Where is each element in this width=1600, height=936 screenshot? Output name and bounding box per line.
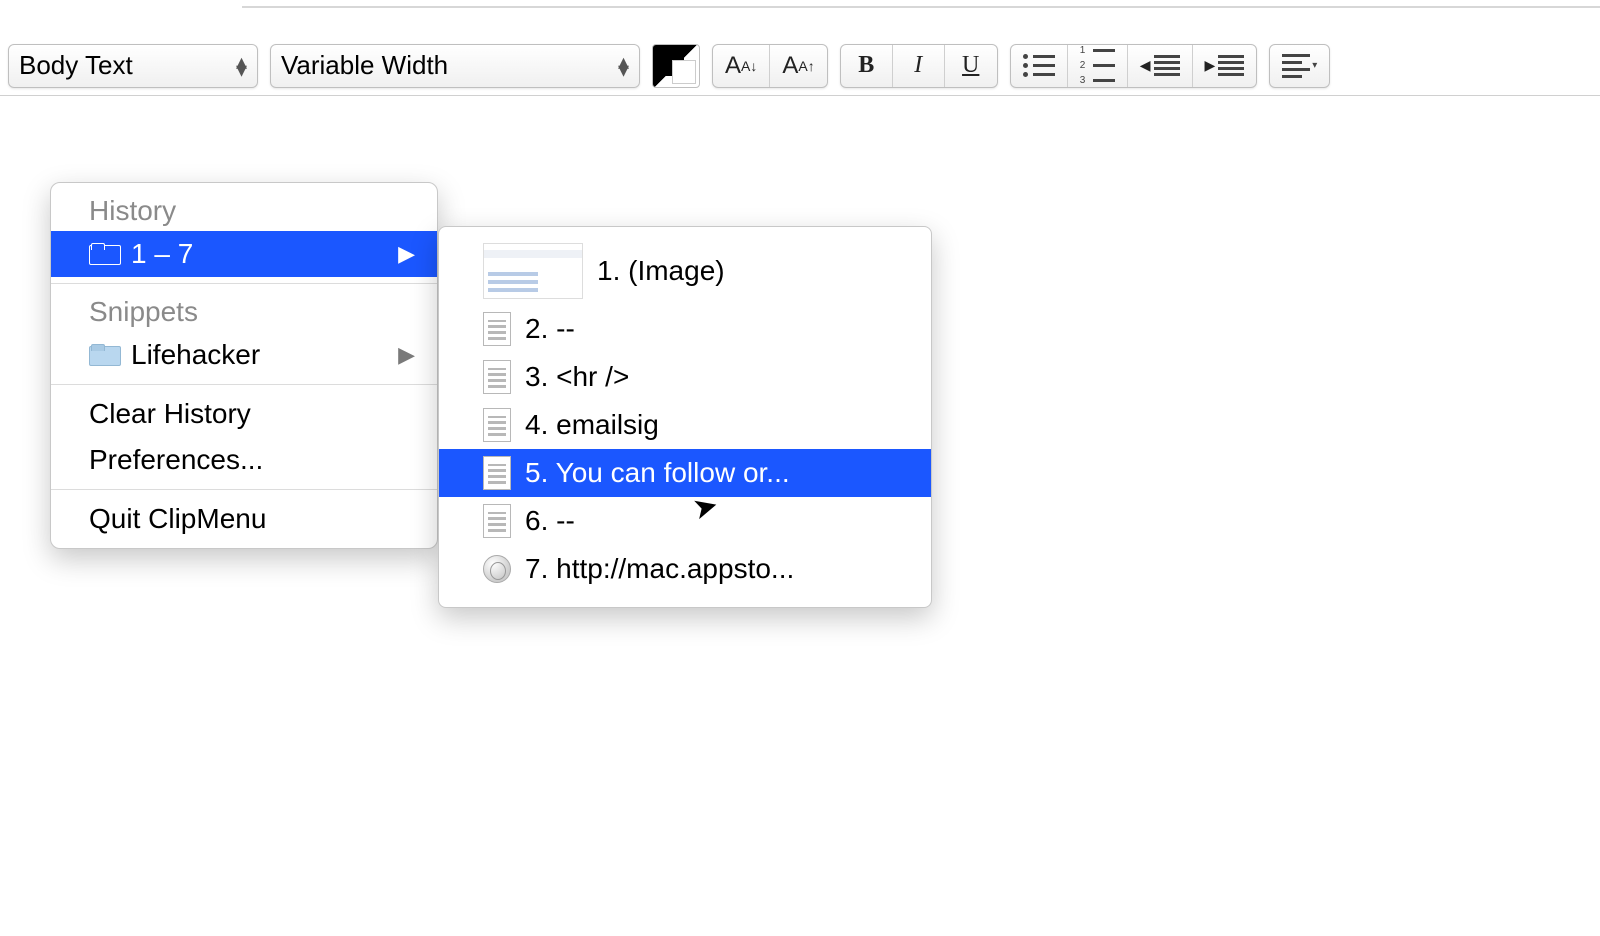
- history-entry-label: 4. emailsig: [525, 409, 659, 441]
- text-style-group: B I U: [840, 44, 998, 88]
- decrease-font-button[interactable]: AA↓: [713, 45, 770, 87]
- history-entry[interactable]: 5. You can follow or...: [439, 449, 931, 497]
- history-entry[interactable]: 6. --: [439, 497, 931, 545]
- font-size-group: AA↓ AA↑: [712, 44, 828, 88]
- clipmenu-history-submenu: 1. (Image) 2. -- 3. <hr /> 4. emailsig 5. Yo…: [438, 226, 932, 608]
- history-entry[interactable]: 4. emailsig: [439, 401, 931, 449]
- indent-button[interactable]: ▶: [1193, 45, 1257, 87]
- history-range-label: 1 – 7: [131, 238, 193, 270]
- document-icon: [483, 312, 511, 346]
- snippets-folder-label: Lifehacker: [131, 339, 260, 371]
- indent-icon: ▶: [1205, 55, 1245, 76]
- font-family-label: Variable Width: [281, 50, 448, 81]
- clear-history-item[interactable]: Clear History: [51, 391, 437, 437]
- chevron-updown-icon: ▴▾: [236, 58, 247, 74]
- chevron-right-icon: ▶: [398, 241, 415, 267]
- bold-button[interactable]: B: [841, 45, 893, 87]
- history-entry-label: 6. --: [525, 505, 575, 537]
- history-entry[interactable]: 3. <hr />: [439, 353, 931, 401]
- italic-button[interactable]: I: [893, 45, 945, 87]
- numbered-list-icon: 1 2 3: [1080, 45, 1115, 86]
- outdent-icon: ◀: [1140, 55, 1180, 76]
- formatting-toolbar: Body Text ▴▾ Variable Width ▴▾ AA↓ AA↑ B…: [0, 36, 1600, 96]
- quit-item[interactable]: Quit ClipMenu: [51, 496, 437, 542]
- bold-label: B: [858, 52, 874, 79]
- folder-icon: [89, 243, 119, 265]
- document-icon: [483, 504, 511, 538]
- menu-separator: [51, 489, 437, 490]
- document-icon: [483, 456, 511, 490]
- bulleted-list-button[interactable]: [1011, 45, 1068, 87]
- history-range-item[interactable]: 1 – 7 ▶: [51, 231, 437, 277]
- paragraph-style-label: Body Text: [19, 50, 133, 81]
- menu-separator: [51, 384, 437, 385]
- increase-font-button[interactable]: AA↑: [770, 45, 826, 87]
- history-entry-label: 1. (Image): [597, 255, 725, 287]
- list-group: 1 2 3 ◀ ▶: [1010, 44, 1258, 88]
- italic-label: I: [914, 52, 922, 79]
- top-divider: [242, 0, 1600, 8]
- underline-label: U: [962, 52, 979, 79]
- alignment-group: ▾: [1269, 44, 1330, 88]
- preferences-item[interactable]: Preferences...: [51, 437, 437, 483]
- history-entry-label: 7. http://mac.appsto...: [525, 553, 794, 585]
- bulleted-list-icon: [1023, 54, 1055, 77]
- increase-font-label: A: [782, 52, 798, 80]
- history-entry-label: 3. <hr />: [525, 361, 629, 393]
- document-icon: [483, 408, 511, 442]
- history-header: History: [51, 189, 437, 231]
- clear-history-label: Clear History: [89, 398, 251, 430]
- numbered-list-button[interactable]: 1 2 3: [1068, 45, 1128, 87]
- clipmenu-main-menu: History 1 – 7 ▶ Snippets Lifehacker ▶ Cl…: [50, 182, 438, 549]
- chevron-updown-icon: ▴▾: [618, 58, 629, 74]
- history-entry-label: 2. --: [525, 313, 575, 345]
- align-left-icon: [1282, 54, 1310, 78]
- snippets-folder-item[interactable]: Lifehacker ▶: [51, 332, 437, 378]
- history-entry[interactable]: 7. http://mac.appsto...: [439, 545, 931, 593]
- history-entry[interactable]: 1. (Image): [439, 237, 931, 305]
- history-entry[interactable]: 2. --: [439, 305, 931, 353]
- chevron-right-icon: ▶: [398, 342, 415, 368]
- preferences-label: Preferences...: [89, 444, 263, 476]
- underline-button[interactable]: U: [945, 45, 997, 87]
- document-icon: [483, 360, 511, 394]
- image-thumbnail-icon: [483, 243, 583, 299]
- paragraph-style-dropdown[interactable]: Body Text ▴▾: [8, 44, 258, 88]
- font-family-dropdown[interactable]: Variable Width ▴▾: [270, 44, 640, 88]
- menu-separator: [51, 283, 437, 284]
- folder-icon: [89, 344, 119, 366]
- snippets-header: Snippets: [51, 290, 437, 332]
- quit-label: Quit ClipMenu: [89, 503, 266, 535]
- chevron-down-icon: ▾: [1312, 60, 1317, 71]
- decrease-font-label: A: [725, 52, 741, 80]
- history-entry-label: 5. You can follow or...: [525, 457, 790, 489]
- outdent-button[interactable]: ◀: [1128, 45, 1193, 87]
- globe-icon: [483, 555, 511, 583]
- align-dropdown-button[interactable]: ▾: [1270, 45, 1329, 87]
- text-color-swatch[interactable]: [652, 44, 700, 88]
